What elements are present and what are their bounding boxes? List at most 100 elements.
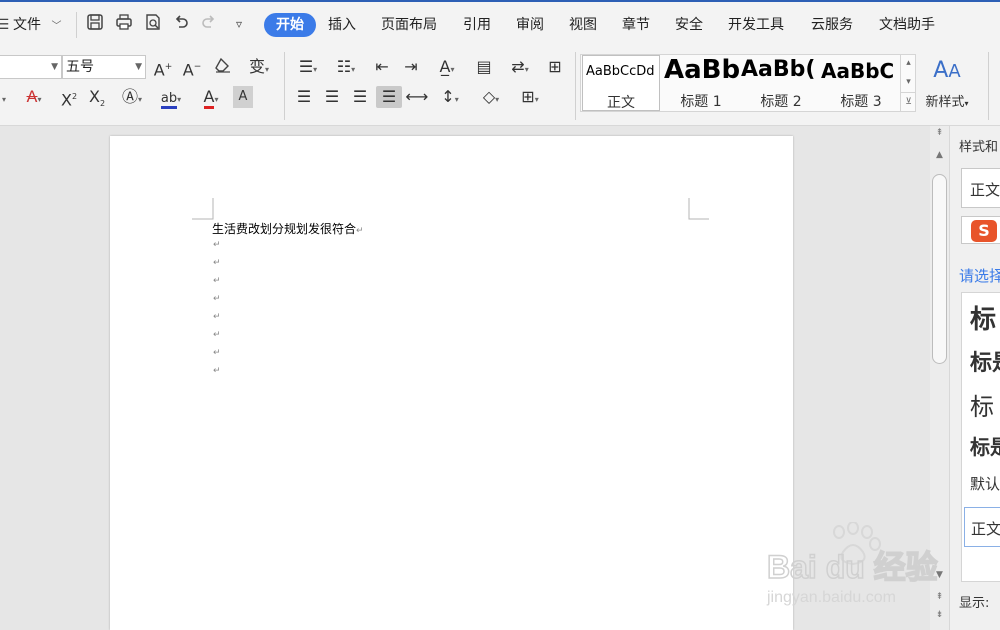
strikethrough-icon[interactable]: A▾ <box>18 86 50 108</box>
style-heading-1[interactable]: AaBb 标题 1 <box>661 55 741 111</box>
current-style-value: 正文 <box>970 181 1000 199</box>
input-method-box[interactable]: S <box>961 216 1000 244</box>
redo-icon[interactable] <box>198 13 220 35</box>
decrease-font-size-icon[interactable]: A− <box>180 56 204 79</box>
paragraph-mark: ↵ <box>213 348 221 358</box>
file-menu-label: 文件 <box>13 17 41 33</box>
font-name-select[interactable]: ▼ <box>0 55 62 79</box>
align-left-icon[interactable]: ☰ <box>292 86 316 108</box>
scroll-up-icon[interactable]: ▲ <box>930 150 949 160</box>
line-spacing-icon[interactable]: ↕▾ <box>434 86 466 108</box>
dropdown-arrow-icon: ▼ <box>51 62 58 72</box>
scroll-down-icon[interactable]: ▾ <box>901 73 916 92</box>
style-sample: AaBb <box>664 55 741 85</box>
chevron-down-icon: ﹀ <box>51 21 62 32</box>
justify-icon[interactable]: ☰ <box>376 86 402 108</box>
new-style-button[interactable]: AA 新样式▾ <box>920 56 974 112</box>
style-normal[interactable]: AaBbCcDd 正文 <box>582 55 660 111</box>
style-list-item[interactable]: 标 <box>970 387 994 422</box>
separator <box>284 52 285 120</box>
menu-bar: ☰ 文件 ﹀ ▿ 开始 插入 页面布局 引用 审阅 视图 章节 安全 开发工具 … <box>0 0 1000 46</box>
dropdown-arrow-icon: ▼ <box>135 62 142 72</box>
paragraph-mark: ↵ <box>356 226 364 236</box>
scroll-up-icon[interactable]: ▴ <box>901 54 916 73</box>
font-size-value: 五号 <box>66 59 94 75</box>
decrease-indent-icon[interactable]: ⇤ <box>370 56 394 78</box>
subscript-icon[interactable]: X2 <box>85 86 109 108</box>
borders-icon[interactable]: ⊞▾ <box>513 86 547 108</box>
paragraph-mark: ↵ <box>213 330 221 340</box>
scrollbar-thumb[interactable] <box>932 174 947 364</box>
print-preview-icon[interactable] <box>142 13 164 35</box>
chinese-layout-icon[interactable]: ▤ <box>472 56 496 78</box>
numbered-list-icon[interactable]: ☷▾ <box>330 56 362 78</box>
style-gallery: AaBbCcDd 正文 AaBb 标题 1 AaBb( 标题 2 AaBbC 标… <box>580 54 916 112</box>
format-dropdown-icon[interactable]: ▾ <box>0 86 12 108</box>
style-list-item[interactable]: 默认 <box>970 473 1000 494</box>
tab-document-assistant[interactable]: 文档助手 <box>879 14 935 36</box>
scroll-top-icon[interactable]: ⇞ <box>930 128 949 138</box>
customize-toolbar-icon[interactable]: ▿ <box>228 13 250 35</box>
show-label: 显示: <box>959 596 990 611</box>
style-list-item-selected[interactable]: 正文 <box>964 507 1000 547</box>
tab-home[interactable]: 开始 <box>264 13 316 37</box>
separator <box>76 12 77 38</box>
style-sample: AaBbCcDd <box>586 64 655 79</box>
document-page[interactable]: 生活费改划分规划发很符合↵ ↵ ↵ ↵ ↵ ↵ ↵ ↵ ↵ <box>110 136 793 630</box>
character-shading-icon[interactable]: A <box>233 86 253 108</box>
menu-icon[interactable]: ☰ <box>0 14 14 36</box>
tab-developer-tools[interactable]: 开发工具 <box>728 14 784 36</box>
style-list-item[interactable]: 标 <box>970 299 996 336</box>
tab-review[interactable]: 审阅 <box>516 14 544 36</box>
styles-side-panel: 样式和 正文 S 请选择 标 标是 标 标是 默认 正文 显示: <box>949 126 1000 630</box>
phonetic-guide-icon[interactable]: 变▾ <box>243 56 275 78</box>
tab-view[interactable]: 视图 <box>569 14 597 36</box>
sort-icon[interactable]: ⇄▾ <box>503 56 537 78</box>
text-effect-icon[interactable]: Ⓐ▾ <box>116 86 148 108</box>
current-style-box[interactable]: 正文 <box>961 168 1000 208</box>
style-label: 标题 1 <box>680 94 722 110</box>
font-color-icon[interactable]: A▾ <box>195 86 227 109</box>
document-scrollbar[interactable]: ⇞ ▲ ▼ ⇞ ⇟ <box>930 126 949 630</box>
bullet-list-icon[interactable]: ☰▾ <box>292 56 324 78</box>
save-icon[interactable] <box>84 13 106 35</box>
style-list-item-label: 正文 <box>971 520 1000 538</box>
increase-font-size-icon[interactable]: A+ <box>151 56 175 79</box>
clear-format-icon[interactable] <box>211 56 235 78</box>
show-hide-marks-icon[interactable]: ⊞ <box>543 56 567 78</box>
paragraph-mark: ↵ <box>213 276 221 286</box>
increase-indent-icon[interactable]: ⇥ <box>399 56 423 78</box>
highlight-icon[interactable]: ab▾ <box>155 86 187 109</box>
paragraph-mark: ↵ <box>213 312 221 322</box>
previous-page-icon[interactable]: ⇞ <box>930 592 949 602</box>
document-first-line[interactable]: 生活费改划分规划发很符合↵ <box>212 220 364 237</box>
tab-cloud-services[interactable]: 云服务 <box>811 14 853 36</box>
style-list-item[interactable]: 标是 <box>970 431 1000 460</box>
undo-icon[interactable] <box>170 13 192 35</box>
document-area: 生活费改划分规划发很符合↵ ↵ ↵ ↵ ↵ ↵ ↵ ↵ ↵ <box>0 126 930 630</box>
shading-icon[interactable]: ◇▾ <box>474 86 508 108</box>
distributed-align-icon[interactable]: ⟷ <box>405 86 429 108</box>
style-heading-2[interactable]: AaBb( 标题 2 <box>741 55 821 111</box>
style-heading-3[interactable]: AaBbC 标题 3 <box>821 55 901 111</box>
tab-references[interactable]: 引用 <box>463 14 491 36</box>
superscript-icon[interactable]: X2 <box>57 86 81 109</box>
tab-security[interactable]: 安全 <box>675 14 703 36</box>
print-icon[interactable] <box>113 13 135 35</box>
style-list-item[interactable]: 标是 <box>970 345 1000 377</box>
paragraph-mark: ↵ <box>213 294 221 304</box>
scroll-down-icon[interactable]: ▼ <box>930 570 949 580</box>
font-size-select[interactable]: 五号 ▼ <box>62 55 146 79</box>
gallery-expand-icon[interactable]: ⊻ <box>901 92 916 111</box>
gallery-scroll[interactable]: ▴ ▾ ⊻ <box>900 54 916 112</box>
tab-page-layout[interactable]: 页面布局 <box>381 14 437 36</box>
margin-corner-top-left <box>192 198 214 220</box>
align-right-icon[interactable]: ☰ <box>348 86 372 108</box>
tab-chapter[interactable]: 章节 <box>622 14 650 36</box>
next-page-icon[interactable]: ⇟ <box>930 610 949 620</box>
sogou-s-icon: S <box>971 220 997 242</box>
file-menu[interactable]: 文件 ﹀ <box>13 14 61 36</box>
text-direction-icon[interactable]: A̲▾ <box>430 56 464 78</box>
align-center-icon[interactable]: ☰ <box>320 86 344 108</box>
tab-insert[interactable]: 插入 <box>328 14 356 36</box>
